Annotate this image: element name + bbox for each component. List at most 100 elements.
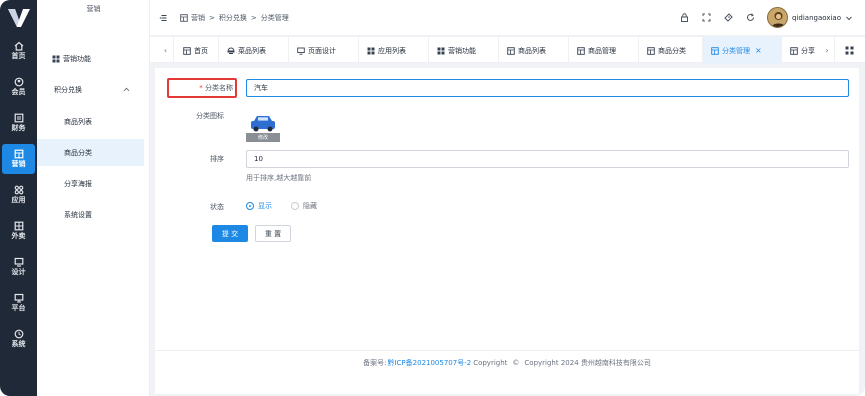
sub-item-label: 商品分类 bbox=[64, 148, 92, 157]
tab-product-category[interactable]: 商品分类 bbox=[639, 37, 703, 64]
tab-home[interactable]: 首页 bbox=[175, 37, 219, 64]
grid-icon bbox=[52, 55, 60, 62]
rail-item-label: 财务 bbox=[11, 124, 26, 132]
app-frame: 首页 会员 财务 营销 应用 外卖 设计 平台 系统 营销 营销功能 积分兑换 … bbox=[0, 0, 865, 396]
footer-icp-link[interactable]: 黔ICP备2021005707号-2 bbox=[387, 358, 471, 368]
tab-scroll-right-icon[interactable]: › bbox=[820, 37, 834, 64]
tab-page-icon bbox=[647, 46, 655, 55]
avatar[interactable] bbox=[767, 7, 789, 28]
breadcrumb-item[interactable]: 积分兑换 bbox=[219, 13, 247, 23]
sort-hint: 用于排序,越大越靠前 bbox=[246, 174, 312, 182]
rail-item-design[interactable]: 设计 bbox=[2, 252, 35, 282]
tab-label: 页面设计 bbox=[308, 46, 336, 55]
tab-page-design[interactable]: 页面设计 bbox=[289, 37, 359, 64]
tab-label: 菜品列表 bbox=[238, 46, 266, 55]
chevron-up-icon bbox=[123, 87, 130, 92]
category-icon-upload[interactable]: 修改 bbox=[246, 112, 280, 142]
main-nav-rail: 首页 会员 财务 营销 应用 外卖 设计 平台 系统 bbox=[0, 0, 37, 396]
sub-item-label: 分享海报 bbox=[64, 179, 92, 188]
footer: 备案号: 黔ICP备2021005707号-2 Copyright © Copy… bbox=[155, 350, 859, 374]
breadcrumb-item: 分类管理 bbox=[260, 13, 289, 22]
category-name-input[interactable]: 汽车 bbox=[246, 79, 849, 97]
tab-page-icon bbox=[711, 46, 719, 55]
refresh-icon[interactable] bbox=[745, 12, 756, 23]
submit-button[interactable]: 提 交 bbox=[212, 225, 248, 242]
category-name-value: 汽车 bbox=[254, 84, 268, 92]
rail-item-marketing[interactable]: 营销 bbox=[2, 144, 35, 174]
rail-item-label: 会员 bbox=[11, 88, 26, 96]
top-bar-actions: qidiangaoxiao bbox=[679, 0, 865, 35]
takeout-icon bbox=[14, 221, 23, 231]
marketing-icon bbox=[14, 149, 23, 159]
tab-category-management[interactable]: 分类管理 × bbox=[703, 37, 782, 64]
rail-item-label: 设计 bbox=[11, 268, 26, 276]
theme-icon[interactable] bbox=[723, 12, 734, 23]
rail-item-label: 平台 bbox=[11, 304, 26, 312]
username[interactable]: qidiangaoxiao bbox=[792, 14, 841, 22]
tab-scroll-left-icon[interactable]: ‹ bbox=[158, 37, 174, 64]
lock-icon[interactable] bbox=[679, 12, 690, 23]
tab-label: 分享 bbox=[801, 46, 815, 55]
sort-value: 10 bbox=[254, 155, 263, 163]
tab-label: 商品分类 bbox=[658, 46, 686, 55]
tab-bar: ‹ 首页 菜品列表 页面设计 应用列表 营销功能 商品列表 商品管理 商品分类 … bbox=[150, 36, 865, 64]
category-name-label: * 分类名称 bbox=[169, 83, 233, 93]
tab-monitor-icon bbox=[297, 47, 305, 55]
tab-dish-list[interactable]: 菜品列表 bbox=[219, 37, 289, 64]
rail-item-label: 营销 bbox=[11, 160, 26, 168]
tab-product-management[interactable]: 商品管理 bbox=[569, 37, 639, 64]
breadcrumb-item[interactable]: 营销 bbox=[191, 13, 205, 23]
tab-page-icon bbox=[183, 46, 191, 55]
footer-company: Copyright 2024 贵州越南科技有限公司 bbox=[524, 358, 651, 367]
radio-unchecked-icon bbox=[291, 202, 299, 210]
tab-marketing-features[interactable]: 营销功能 bbox=[429, 37, 499, 64]
top-bar: 营销 > 积分兑换 > 分类管理 qidiangaoxiao bbox=[150, 0, 865, 35]
tab-label: 首页 bbox=[194, 46, 208, 55]
status-radio-show[interactable]: 显示 bbox=[246, 201, 272, 211]
status-radio-hide-label: 隐藏 bbox=[303, 202, 317, 210]
sub-item-share-poster[interactable]: 分享海报 bbox=[37, 170, 144, 197]
sort-input[interactable]: 10 bbox=[246, 150, 849, 168]
icon-edit-caption[interactable]: 修改 bbox=[246, 133, 280, 142]
tab-menu-grid-icon[interactable] bbox=[834, 37, 864, 64]
rail-item-label: 首页 bbox=[11, 52, 26, 60]
tab-share[interactable]: 分享 bbox=[782, 37, 820, 64]
collapse-menu-icon[interactable] bbox=[159, 14, 167, 22]
rail-item-label: 应用 bbox=[11, 196, 26, 204]
finance-icon bbox=[14, 113, 23, 123]
tab-label: 营销功能 bbox=[448, 46, 476, 55]
category-name-label-text: 分类名称 bbox=[205, 84, 233, 92]
tab-page-icon bbox=[577, 46, 585, 55]
sub-item-marketing-features[interactable]: 营销功能 bbox=[37, 45, 144, 72]
tab-grid-icon bbox=[437, 47, 445, 54]
rail-item-home[interactable]: 首页 bbox=[2, 36, 35, 66]
chevron-down-icon[interactable] bbox=[845, 14, 853, 22]
logo-icon[interactable] bbox=[6, 6, 32, 30]
rail-item-system[interactable]: 系统 bbox=[2, 324, 35, 354]
breadcrumb-separator: > bbox=[250, 13, 257, 22]
fullscreen-icon[interactable] bbox=[701, 12, 712, 23]
clock-icon bbox=[14, 329, 23, 339]
reset-button[interactable]: 重 置 bbox=[255, 225, 291, 242]
sub-item-points-exchange[interactable]: 积分兑换 bbox=[37, 76, 144, 103]
tab-label: 应用列表 bbox=[378, 46, 406, 55]
tab-page-icon bbox=[790, 46, 798, 55]
sub-item-label: 商品列表 bbox=[64, 117, 92, 126]
breadcrumb-icon bbox=[180, 13, 188, 22]
sub-item-label: 积分兑换 bbox=[54, 85, 82, 94]
breadcrumb: 营销 > 积分兑换 > 分类管理 bbox=[150, 0, 289, 35]
rail-item-apps[interactable]: 应用 bbox=[2, 180, 35, 210]
rail-item-platform[interactable]: 平台 bbox=[2, 288, 35, 318]
sub-item-product-list[interactable]: 商品列表 bbox=[37, 108, 144, 135]
breadcrumb-separator: > bbox=[209, 13, 215, 22]
sub-item-system-settings[interactable]: 系统设置 bbox=[37, 201, 144, 228]
status-radio-hide[interactable]: 隐藏 bbox=[291, 201, 317, 211]
rail-item-member[interactable]: 会员 bbox=[2, 72, 35, 102]
sub-item-product-category[interactable]: 商品分类 bbox=[37, 139, 144, 166]
tab-app-list[interactable]: 应用列表 bbox=[359, 37, 429, 64]
tab-close-icon[interactable]: × bbox=[755, 46, 762, 55]
radio-checked-icon bbox=[246, 202, 254, 210]
rail-item-finance[interactable]: 财务 bbox=[2, 108, 35, 138]
rail-item-takeout[interactable]: 外卖 bbox=[2, 216, 35, 246]
tab-product-list[interactable]: 商品列表 bbox=[499, 37, 569, 64]
